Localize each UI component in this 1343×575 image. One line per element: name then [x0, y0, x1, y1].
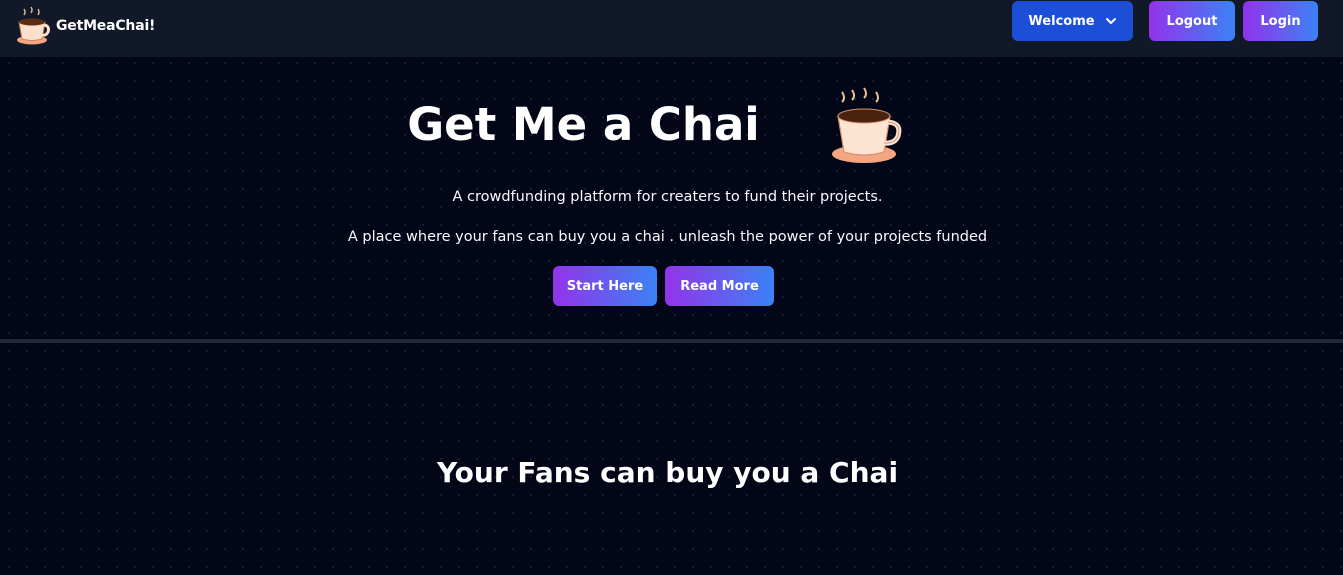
start-here-label: Start Here: [566, 278, 644, 294]
start-here-button[interactable]: Start Here: [553, 266, 657, 306]
read-more-button[interactable]: Read More: [665, 266, 774, 306]
logout-label: Logout: [1166, 13, 1218, 29]
login-button[interactable]: Login: [1243, 1, 1318, 41]
hero-tagline: A crowdfunding platform for creaters to …: [452, 189, 883, 205]
logout-button[interactable]: Logout: [1149, 1, 1235, 41]
brand-logo[interactable]: GetMeaChai!: [14, 6, 155, 46]
login-label: Login: [1260, 13, 1301, 29]
hero-subtagline: A place where your fans can buy you a ch…: [347, 229, 988, 245]
hero-title-text: Get Me a Chai: [407, 98, 760, 151]
navbar: GetMeaChai! Welcome Logout Login: [0, 0, 1343, 57]
section-divider: [0, 339, 1343, 343]
read-more-label: Read More: [680, 278, 759, 294]
brand-name: GetMeaChai!: [56, 18, 156, 34]
chevron-down-icon: [1105, 18, 1116, 24]
chai-cup-icon: [832, 87, 902, 163]
hero-title: Get Me a Chai: [0, 98, 1167, 151]
welcome-dropdown-button[interactable]: Welcome: [1012, 1, 1133, 41]
welcome-label: Welcome: [1028, 13, 1095, 29]
chai-cup-icon: [17, 6, 50, 45]
section-title: Your Fans can buy you a Chai: [436, 456, 899, 489]
